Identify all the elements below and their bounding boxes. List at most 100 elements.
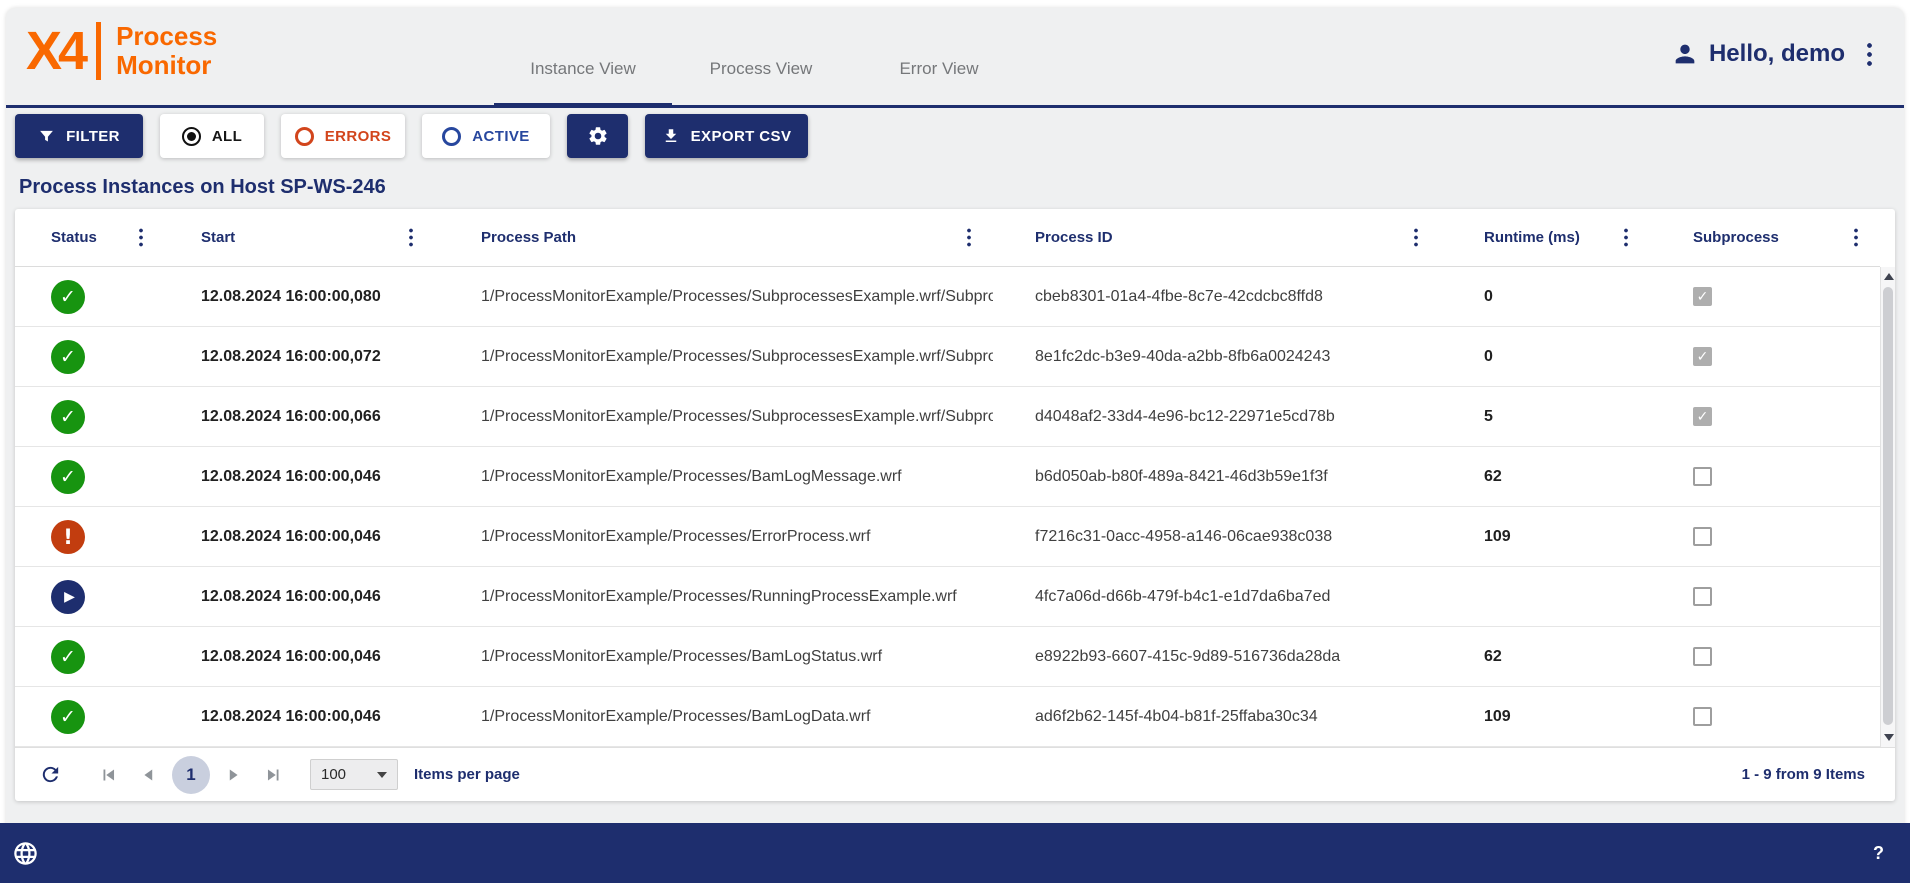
process-path-cell: 1/ProcessMonitorExample/Processes/Subpro…	[435, 288, 993, 306]
column-header-subprocess[interactable]: Subprocess	[1650, 209, 1880, 266]
first-page-button[interactable]	[98, 764, 120, 786]
process-id-cell: b6d050ab-b80f-489a-8421-46d3b59e1f3f	[993, 468, 1440, 486]
user-icon	[1671, 40, 1699, 68]
process-path-cell: 1/ProcessMonitorExample/Processes/Runnin…	[435, 588, 993, 606]
help-button[interactable]: ?	[1873, 843, 1884, 864]
view-tabs: Instance View Process View Error View	[494, 0, 1028, 108]
logo-x4-mark: X4	[26, 24, 84, 78]
status-icon	[51, 340, 85, 374]
subprocess-checkbox[interactable]	[1693, 467, 1712, 486]
start-cell: 12.08.2024 16:00:00,066	[165, 408, 435, 426]
page-number-button[interactable]: 1	[172, 756, 210, 794]
column-menu-icon[interactable]	[409, 227, 413, 248]
table-header-row: Status Start Process Path Process ID Run…	[15, 209, 1880, 267]
column-menu-icon[interactable]	[139, 227, 143, 248]
subprocess-checkbox[interactable]	[1693, 347, 1712, 366]
runtime-cell: 5	[1440, 408, 1650, 426]
process-path-cell: 1/ProcessMonitorExample/Processes/Subpro…	[435, 408, 993, 426]
tab-process-view[interactable]: Process View	[672, 0, 850, 108]
logo-separator	[96, 22, 101, 80]
radio-active[interactable]: ACTIVE	[422, 114, 550, 158]
column-header-status[interactable]: Status	[15, 209, 165, 266]
column-header-start[interactable]: Start	[165, 209, 435, 266]
status-icon	[51, 460, 85, 494]
column-menu-icon[interactable]	[1414, 227, 1418, 248]
radio-unselected-icon	[442, 127, 461, 146]
tab-instance-view[interactable]: Instance View	[494, 0, 672, 108]
table-scrollbar[interactable]	[1880, 267, 1895, 747]
column-header-process-id[interactable]: Process ID	[993, 209, 1440, 266]
tab-label: Instance View	[530, 59, 636, 79]
column-label: Start	[201, 229, 235, 246]
download-icon	[662, 127, 680, 145]
table-row[interactable]: 12.08.2024 16:00:00,046 1/ProcessMonitor…	[15, 687, 1880, 747]
process-id-cell: ad6f2b62-145f-4b04-b81f-25ffaba30c34	[993, 708, 1440, 726]
globe-icon[interactable]	[12, 840, 39, 867]
table-row[interactable]: 12.08.2024 16:00:00,080 1/ProcessMonitor…	[15, 267, 1880, 327]
subprocess-checkbox[interactable]	[1693, 647, 1712, 666]
table-row[interactable]: 12.08.2024 16:00:00,072 1/ProcessMonitor…	[15, 327, 1880, 387]
user-greeting: Hello, demo	[1709, 40, 1845, 68]
subprocess-checkbox[interactable]	[1693, 407, 1712, 426]
runtime-cell: 109	[1440, 528, 1650, 546]
next-page-button[interactable]	[222, 764, 244, 786]
scroll-down-icon[interactable]	[1884, 734, 1894, 741]
table-row[interactable]: 12.08.2024 16:00:00,046 1/ProcessMonitor…	[15, 447, 1880, 507]
radio-errors[interactable]: ERRORS	[281, 114, 405, 158]
start-cell: 12.08.2024 16:00:00,046	[165, 468, 435, 486]
column-label: Subprocess	[1693, 229, 1779, 246]
process-path-cell: 1/ProcessMonitorExample/Processes/Subpro…	[435, 348, 993, 366]
items-per-page-select[interactable]: 100	[310, 759, 398, 790]
subprocess-checkbox[interactable]	[1693, 707, 1712, 726]
column-menu-icon[interactable]	[1854, 227, 1858, 248]
process-path-cell: 1/ProcessMonitorExample/Processes/ErrorP…	[435, 528, 993, 546]
radio-all[interactable]: ALL	[160, 114, 264, 158]
tab-label: Process View	[710, 59, 813, 79]
start-cell: 12.08.2024 16:00:00,046	[165, 588, 435, 606]
column-label: Status	[51, 229, 97, 246]
column-label: Process ID	[1035, 229, 1113, 246]
table-row[interactable]: 12.08.2024 16:00:00,046 1/ProcessMonitor…	[15, 507, 1880, 567]
subprocess-checkbox[interactable]	[1693, 587, 1712, 606]
subprocess-checkbox[interactable]	[1693, 527, 1712, 546]
filter-icon	[38, 128, 55, 145]
column-header-runtime[interactable]: Runtime (ms)	[1440, 209, 1650, 266]
items-per-page-label: Items per page	[414, 766, 520, 783]
table-row[interactable]: 12.08.2024 16:00:00,046 1/ProcessMonitor…	[15, 567, 1880, 627]
filter-button[interactable]: FILTER	[15, 114, 143, 158]
last-page-button[interactable]	[262, 764, 284, 786]
user-menu[interactable]: Hello, demo	[1671, 40, 1872, 68]
process-id-cell: f7216c31-0acc-4958-a146-06cae938c038	[993, 528, 1440, 546]
process-id-cell: d4048af2-33d4-4e96-bc12-22971e5cd78b	[993, 408, 1440, 426]
scrollbar-thumb[interactable]	[1883, 287, 1893, 725]
app-logo: X4 Process Monitor	[26, 22, 217, 80]
toolbar: FILTER ALL ERRORS ACTIVE EXPORT CSV	[15, 114, 808, 158]
logo-product-name: Process Monitor	[116, 22, 217, 79]
start-cell: 12.08.2024 16:00:00,080	[165, 288, 435, 306]
process-id-cell: 4fc7a06d-d66b-479f-b4c1-e1d7da6ba7ed	[993, 588, 1440, 606]
export-csv-button[interactable]: EXPORT CSV	[645, 114, 808, 158]
previous-page-button[interactable]	[138, 764, 160, 786]
start-cell: 12.08.2024 16:00:00,046	[165, 648, 435, 666]
settings-button[interactable]	[567, 114, 628, 158]
status-icon	[51, 280, 85, 314]
scroll-up-icon[interactable]	[1884, 273, 1894, 280]
subprocess-checkbox[interactable]	[1693, 287, 1712, 306]
radio-active-label: ACTIVE	[472, 128, 529, 145]
process-id-cell: e8922b93-6607-415c-9d89-516736da28da	[993, 648, 1440, 666]
export-csv-label: EXPORT CSV	[691, 128, 792, 145]
column-header-process-path[interactable]: Process Path	[435, 209, 993, 266]
tab-error-view[interactable]: Error View	[850, 0, 1028, 108]
column-menu-icon[interactable]	[1624, 227, 1628, 248]
column-label: Process Path	[481, 229, 576, 246]
table-row[interactable]: 12.08.2024 16:00:00,046 1/ProcessMonitor…	[15, 627, 1880, 687]
runtime-cell: 62	[1440, 648, 1650, 666]
user-kebab-menu-icon[interactable]	[1867, 41, 1872, 68]
process-id-cell: cbeb8301-01a4-4fbe-8c7e-42cdcbc8ffd8	[993, 288, 1440, 306]
refresh-button[interactable]	[39, 763, 62, 786]
page-title: Process Instances on Host SP-WS-246	[19, 176, 386, 199]
column-menu-icon[interactable]	[967, 227, 971, 248]
table-row[interactable]: 12.08.2024 16:00:00,066 1/ProcessMonitor…	[15, 387, 1880, 447]
status-icon	[51, 580, 85, 614]
start-cell: 12.08.2024 16:00:00,046	[165, 528, 435, 546]
